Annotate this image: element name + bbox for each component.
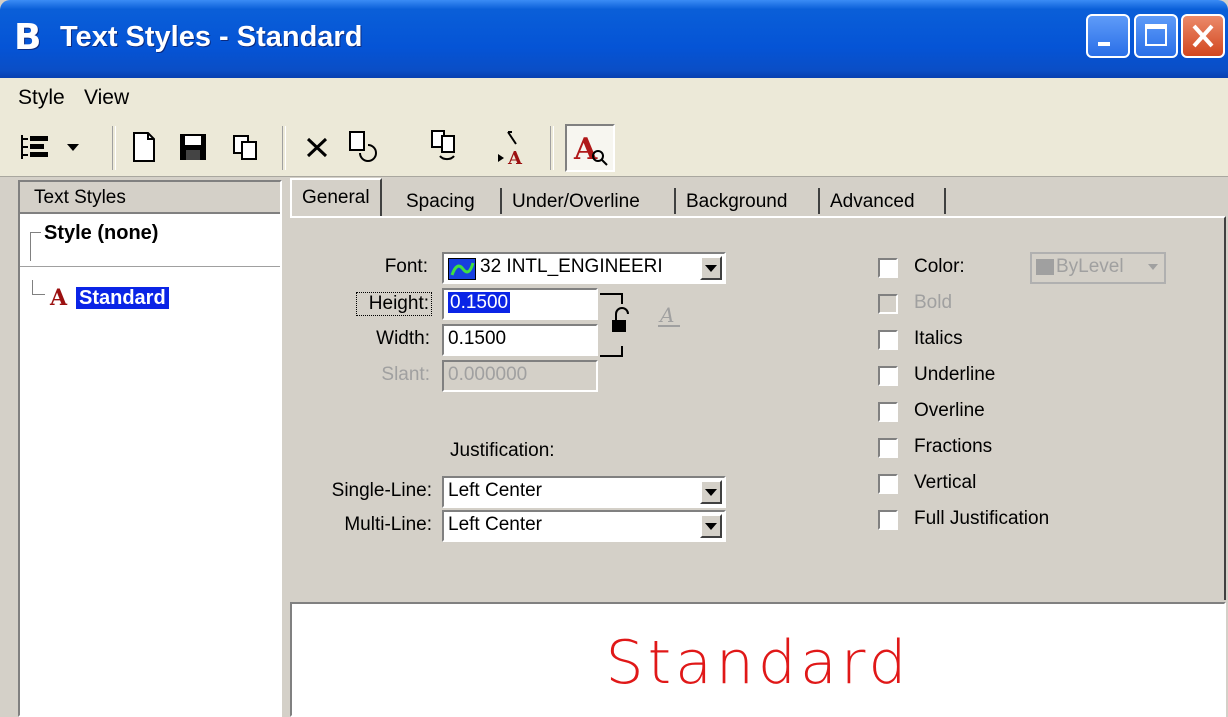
copy-icon[interactable] [224,126,266,168]
tab-divider [818,188,820,214]
dropdown-arrow-icon[interactable] [58,126,88,168]
width-label: Width: [376,328,430,349]
tree-connector [32,280,45,295]
update-from-style-icon[interactable] [424,126,466,168]
chevron-down-icon [705,264,717,272]
font-label: Font: [384,256,428,277]
minimize-icon [1098,42,1110,46]
chevron-down-icon [705,488,717,496]
tree-node-standard[interactable]: Standard [76,286,169,310]
save-icon[interactable] [172,126,214,168]
tab-under-overline[interactable]: Under/Overline [512,186,640,218]
chevron-down-icon [705,522,717,530]
color-combobox[interactable]: ByLevel [1030,252,1166,284]
tree-connector [30,232,41,261]
tree-node-standard-label: Standard [76,287,169,309]
close-button[interactable] [1181,14,1225,58]
font-type-icon [448,258,476,280]
svg-text:A: A [507,148,523,166]
maximize-icon [1145,24,1167,46]
general-tab-panel: Font: 32 INTL_ENGINEERI Height: 0.1500 W… [290,216,1226,600]
underline-checkbox-label: Underline [914,364,996,385]
menu-view[interactable]: View [84,85,129,111]
tab-divider [944,188,946,214]
tab-divider [674,188,676,214]
single-line-dropdown-button[interactable] [700,480,722,504]
tree-view-icon[interactable] [14,126,56,168]
fractions-checkbox[interactable] [878,438,898,458]
tree-divider [20,266,280,267]
tab-divider [500,188,502,214]
multi-line-dropdown-button[interactable] [700,514,722,538]
height-label: Height: [356,292,432,316]
font-combobox[interactable]: 32 INTL_ENGINEERI [442,252,726,284]
full-justification-checkbox-label: Full Justification [914,508,1050,529]
toolbar-separator [282,126,286,170]
tab-background[interactable]: Background [686,186,787,218]
svg-text:A: A [573,132,598,167]
color-checkbox-label: Color: [914,256,965,277]
microstation-b-icon: B [14,17,42,58]
vertical-checkbox-label: Vertical [914,472,977,493]
multi-line-combobox[interactable]: Left Center [442,510,726,542]
style-preview: Standard [290,602,1226,717]
underline-checkbox[interactable] [878,366,898,386]
full-justification-checkbox[interactable] [878,510,898,530]
delete-icon[interactable] [296,126,338,168]
multi-line-value: Left Center [448,514,542,535]
single-line-label: Single-Line: [331,480,432,501]
tab-spacing[interactable]: Spacing [406,186,475,218]
font-dropdown-button[interactable] [700,256,722,280]
color-checkbox[interactable] [878,258,898,278]
chevron-down-icon [1148,264,1158,270]
tab-advanced[interactable]: Advanced [830,186,915,218]
height-field[interactable]: 0.1500 [442,288,598,320]
bold-checkbox-label: Bold [914,292,953,313]
new-style-icon[interactable] [122,126,164,168]
color-swatch-icon [1036,258,1054,275]
color-value: ByLevel [1056,256,1124,277]
bold-checkbox[interactable] [878,294,898,314]
menu-style[interactable]: Style [18,85,65,111]
multi-line-label: Multi-Line: [344,514,432,535]
preview-text-icon[interactable]: A [565,124,615,172]
import-icon[interactable]: A [490,126,532,168]
height-value: 0.1500 [448,292,511,313]
overline-checkbox-label: Overline [914,400,985,421]
overline-checkbox[interactable] [878,402,898,422]
slant-field[interactable]: 0.000000 [442,360,598,392]
close-icon [1192,24,1214,48]
text-style-icon: A [50,285,68,311]
tree-node-style-none[interactable]: Style (none) [44,222,158,245]
single-line-value: Left Center [448,480,542,501]
tree-header: Text Styles [20,182,280,214]
maximize-button[interactable] [1134,14,1178,58]
italics-checkbox[interactable] [878,330,898,350]
font-value: 32 INTL_ENGINEERI [480,256,663,277]
toolbar-separator [550,126,554,170]
toolbar: A A [0,118,1228,177]
justification-label: Justification: [450,440,555,461]
menu-bar: Style View [0,78,1228,118]
fractions-checkbox-label: Fractions [914,436,993,457]
vertical-checkbox[interactable] [878,474,898,494]
window-title: Text Styles - Standard [60,21,363,53]
minimize-button[interactable] [1086,14,1130,58]
width-field[interactable]: 0.1500 [442,324,598,356]
toolbar-separator [112,126,116,170]
tab-general[interactable]: General [290,178,382,218]
single-line-combobox[interactable]: Left Center [442,476,726,508]
lock-icon[interactable] [596,292,636,358]
reset-icon[interactable] [340,126,382,168]
slant-label: Slant: [381,364,430,385]
preview-text: Standard [605,628,911,698]
svg-text:A: A [658,303,674,327]
italics-checkbox-label: Italics [914,328,963,349]
title-bar[interactable]: B Text Styles - Standard [0,0,1228,78]
underline-a-icon[interactable]: A [656,302,682,330]
text-styles-tree: Text Styles Style (none) A Standard [18,180,282,717]
text-styles-window: B Text Styles - Standard Style View A A … [0,0,1228,717]
